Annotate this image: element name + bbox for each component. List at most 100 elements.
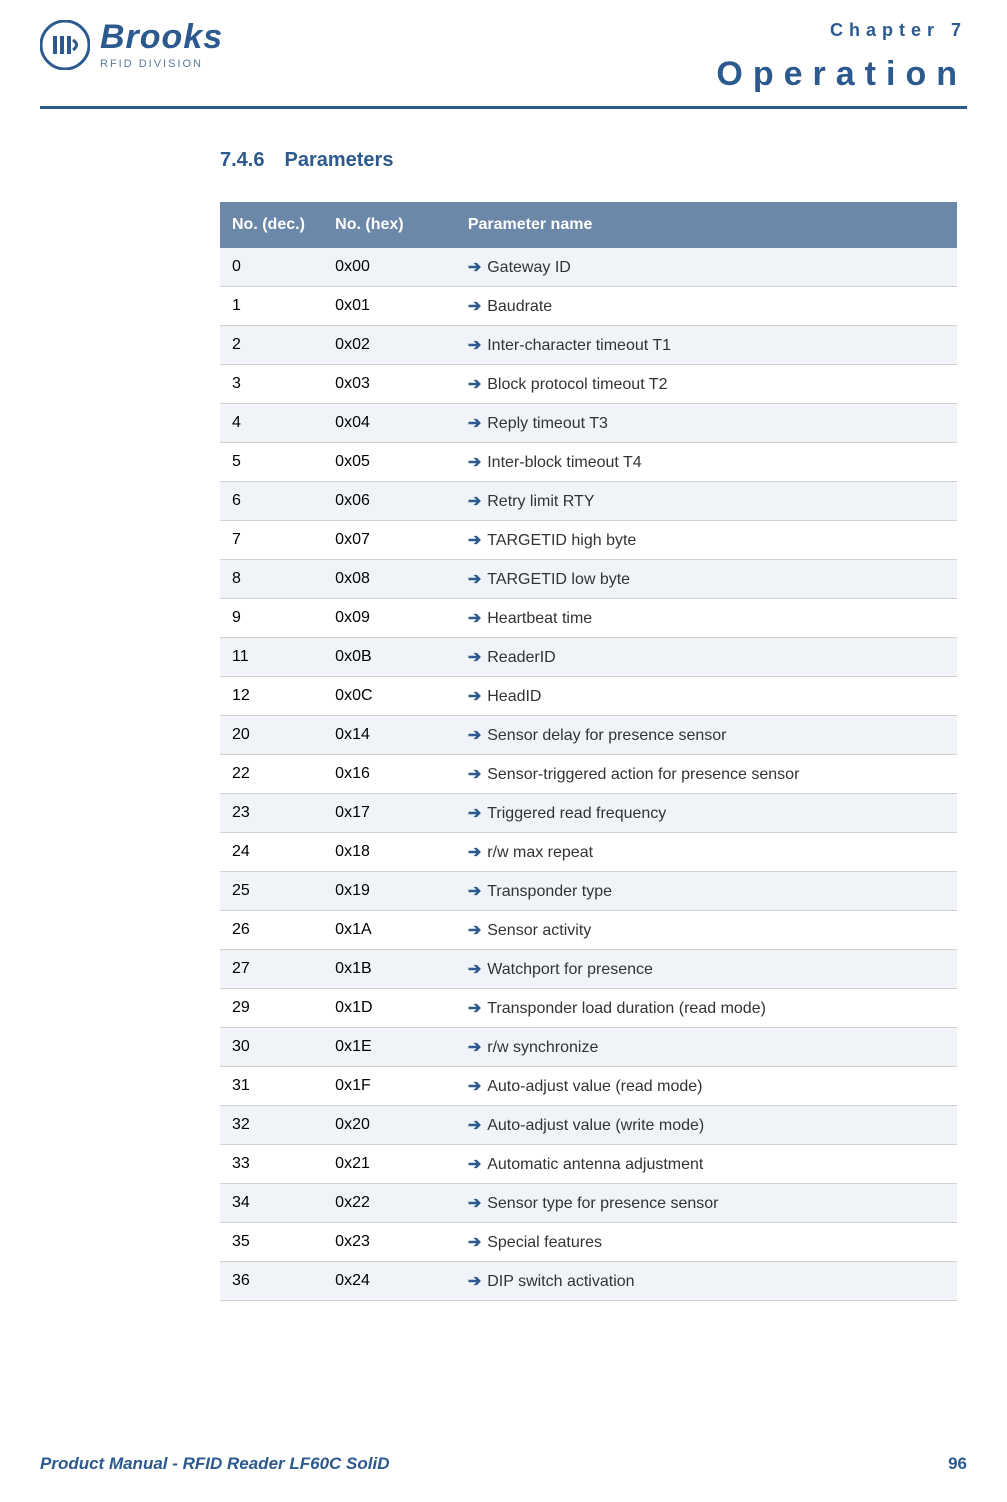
- col-header-dec: No. (dec.): [220, 202, 323, 248]
- param-name-text: Special features: [487, 1234, 602, 1251]
- chapter-block: Chapter 7 Operation: [716, 20, 967, 94]
- cell-hex: 0x09: [323, 599, 456, 638]
- cell-name: ➔Auto-adjust value (write mode): [456, 1106, 957, 1145]
- table-row: 290x1D➔Transponder load duration (read m…: [220, 989, 957, 1028]
- cell-hex: 0x1A: [323, 911, 456, 950]
- brand-name: Brooks: [100, 20, 223, 54]
- table-row: 250x19➔Transponder type: [220, 872, 957, 911]
- arrow-right-icon: ➔: [468, 883, 481, 900]
- cell-hex: 0x18: [323, 833, 456, 872]
- param-name-text: Auto-adjust value (read mode): [487, 1078, 702, 1095]
- cell-hex: 0x0C: [323, 677, 456, 716]
- param-name-text: TARGETID high byte: [487, 532, 636, 549]
- param-name-text: r/w max repeat: [487, 844, 593, 861]
- arrow-right-icon: ➔: [468, 727, 481, 744]
- cell-dec: 1: [220, 287, 323, 326]
- param-name-text: Reply timeout T3: [487, 415, 608, 432]
- cell-name: ➔TARGETID high byte: [456, 521, 957, 560]
- arrow-right-icon: ➔: [468, 805, 481, 822]
- cell-dec: 26: [220, 911, 323, 950]
- arrow-right-icon: ➔: [468, 454, 481, 471]
- cell-dec: 3: [220, 365, 323, 404]
- cell-hex: 0x05: [323, 443, 456, 482]
- cell-name: ➔Special features: [456, 1223, 957, 1262]
- table-row: 90x09 ➔ Heartbeat time: [220, 599, 957, 638]
- cell-dec: 32: [220, 1106, 323, 1145]
- arrow-right-icon: ➔: [468, 1117, 481, 1134]
- table-row: 110x0B➔ReaderID: [220, 638, 957, 677]
- table-row: 310x1F➔Auto-adjust value (read mode): [220, 1067, 957, 1106]
- cell-hex: 0x24: [323, 1262, 456, 1301]
- section-title: Parameters: [284, 149, 393, 172]
- content-area: 7.4.6 Parameters No. (dec.) No. (hex) Pa…: [220, 149, 957, 1301]
- table-row: 10x01➔Baudrate: [220, 287, 957, 326]
- cell-name: ➔ Transponder type: [456, 872, 957, 911]
- cell-dec: 9: [220, 599, 323, 638]
- cell-hex: 0x00: [323, 248, 456, 287]
- param-name-text: Watchport for presence: [487, 961, 653, 978]
- col-header-name: Parameter name: [456, 202, 957, 248]
- footer-title: Product Manual - RFID Reader LF60C SoliD: [40, 1454, 390, 1474]
- cell-hex: 0x19: [323, 872, 456, 911]
- cell-name: ➔r/w max repeat: [456, 833, 957, 872]
- cell-dec: 12: [220, 677, 323, 716]
- table-row: 00x00➔Gateway ID: [220, 248, 957, 287]
- table-row: 220x16➔Sensor-triggered action for prese…: [220, 755, 957, 794]
- cell-hex: 0x1F: [323, 1067, 456, 1106]
- chapter-title: Operation: [716, 55, 967, 94]
- cell-dec: 34: [220, 1184, 323, 1223]
- cell-name: ➔ Heartbeat time: [456, 599, 957, 638]
- cell-dec: 27: [220, 950, 323, 989]
- arrow-right-icon: ➔: [468, 610, 481, 627]
- param-name-text: Gateway ID: [487, 259, 571, 276]
- cell-name: ➔Automatic antenna adjustment: [456, 1145, 957, 1184]
- arrow-right-icon: ➔: [468, 688, 481, 705]
- arrow-right-icon: ➔: [468, 1039, 481, 1056]
- table-row: 20x02➔Inter-character timeout T1: [220, 326, 957, 365]
- arrow-right-icon: ➔: [468, 766, 481, 783]
- table-row: 330x21➔Automatic antenna adjustment: [220, 1145, 957, 1184]
- arrow-right-icon: ➔: [468, 298, 481, 315]
- table-row: 270x1B ➔ Watchport for presence: [220, 950, 957, 989]
- arrow-right-icon: ➔: [468, 1156, 481, 1173]
- cell-name: ➔Inter-block timeout T4: [456, 443, 957, 482]
- table-header-row: No. (dec.) No. (hex) Parameter name: [220, 202, 957, 248]
- param-name-text: Transponder type: [487, 883, 612, 900]
- cell-hex: 0x14: [323, 716, 456, 755]
- cell-hex: 0x1D: [323, 989, 456, 1028]
- arrow-right-icon: ➔: [468, 1078, 481, 1095]
- cell-hex: 0x16: [323, 755, 456, 794]
- cell-name: ➔Triggered read frequency: [456, 794, 957, 833]
- cell-dec: 11: [220, 638, 323, 677]
- cell-hex: 0x0B: [323, 638, 456, 677]
- cell-hex: 0x1B: [323, 950, 456, 989]
- cell-dec: 7: [220, 521, 323, 560]
- arrow-right-icon: ➔: [468, 376, 481, 393]
- page-header: Brooks RFID DIVISION Chapter 7 Operation: [40, 20, 967, 109]
- table-body: 00x00➔Gateway ID10x01➔Baudrate20x02➔Inte…: [220, 248, 957, 1301]
- cell-dec: 22: [220, 755, 323, 794]
- param-name-text: Block protocol timeout T2: [487, 376, 667, 393]
- col-header-hex: No. (hex): [323, 202, 456, 248]
- cell-name: ➔TARGETID low byte: [456, 560, 957, 599]
- param-name-text: TARGETID low byte: [487, 571, 630, 588]
- table-row: 260x1A➔Sensor activity: [220, 911, 957, 950]
- page-footer: Product Manual - RFID Reader LF60C SoliD…: [40, 1454, 967, 1474]
- cell-name: ➔DIP switch activation: [456, 1262, 957, 1301]
- param-name-text: Sensor delay for presence sensor: [487, 727, 726, 744]
- arrow-right-icon: ➔: [468, 961, 481, 978]
- table-row: 60x06➔Retry limit RTY: [220, 482, 957, 521]
- division-label: RFID DIVISION: [100, 58, 223, 70]
- cell-dec: 30: [220, 1028, 323, 1067]
- cell-hex: 0x20: [323, 1106, 456, 1145]
- arrow-right-icon: ➔: [468, 1273, 481, 1290]
- cell-hex: 0x01: [323, 287, 456, 326]
- param-name-text: Heartbeat time: [487, 610, 592, 627]
- cell-dec: 4: [220, 404, 323, 443]
- logo-text: Brooks RFID DIVISION: [100, 20, 223, 70]
- table-row: 50x05➔Inter-block timeout T4: [220, 443, 957, 482]
- cell-dec: 0: [220, 248, 323, 287]
- cell-hex: 0x02: [323, 326, 456, 365]
- cell-name: ➔Transponder load duration (read mode): [456, 989, 957, 1028]
- cell-dec: 24: [220, 833, 323, 872]
